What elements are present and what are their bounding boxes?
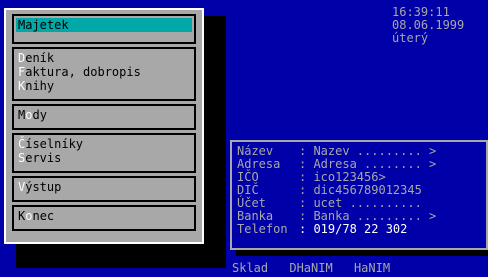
- menu-item-label: ervis: [25, 151, 62, 165]
- info-label: Telefon: [237, 222, 288, 236]
- menu-group-6: Konec: [12, 205, 196, 231]
- menu-item-mody[interactable]: Mody: [18, 108, 190, 122]
- menu-group-1: Majetek: [12, 14, 196, 44]
- menu-item-ciselniky[interactable]: Číselníky: [18, 137, 190, 151]
- menu-item-label: íselníky: [25, 137, 84, 151]
- info-value: : Banka ......... >: [299, 209, 437, 223]
- info-value: : ico123456>: [299, 170, 386, 184]
- menu-item-label: aktura, dobropis: [25, 65, 141, 79]
- menu-item-label: ýstup: [25, 180, 62, 194]
- menu-item-label: nec: [32, 209, 55, 223]
- menu-item-label: dy: [32, 108, 47, 122]
- clock-panel: 16:39:11 08.06.1999 úterý: [392, 6, 488, 45]
- menu-group-3: Mody: [12, 104, 196, 130]
- menu-item-denik[interactable]: Deník: [18, 51, 190, 65]
- info-row-telefon: Telefon : 019/78 22 302: [237, 223, 481, 236]
- info-value: : 019/78 22 302: [299, 222, 408, 236]
- menu-item-label: eník: [25, 51, 55, 65]
- info-value: : dic456789012345: [299, 183, 422, 197]
- menu-item-vystup[interactable]: Výstup: [18, 180, 190, 194]
- menu-item-label: ajetek: [25, 18, 69, 32]
- menu-item-faktura[interactable]: Faktura, dobropis: [18, 65, 190, 79]
- clock-weekday: úterý: [392, 31, 429, 45]
- menu-group-5: Výstup: [12, 176, 196, 202]
- menu-item-servis[interactable]: Servis: [18, 151, 190, 165]
- menu-item-label: nihy: [25, 79, 55, 93]
- main-menu: Majetek Deník Faktura, dobropis Knihy Mo…: [4, 8, 204, 244]
- menu-item-majetek[interactable]: Majetek: [16, 18, 192, 32]
- status-item-dhanim: DHaNIM: [289, 261, 333, 275]
- status-item-hanim: HaNIM: [353, 261, 391, 275]
- info-value: : Nazev ......... >: [299, 144, 437, 158]
- company-info-panel: Název: Nazev ......... > Adresa: Adresa …: [230, 140, 488, 250]
- info-value: : Adresa ........ >: [299, 157, 437, 171]
- menu-item-konec[interactable]: Konec: [18, 209, 190, 223]
- menu-item-knihy[interactable]: Knihy: [18, 79, 190, 93]
- status-item-sklad: Sklad: [232, 261, 269, 275]
- info-value: : ucet ..........: [299, 196, 422, 210]
- status-bar: Sklad DHaNIM HaNIM: [232, 262, 404, 275]
- menu-group-2: Deník Faktura, dobropis Knihy: [12, 47, 196, 101]
- menu-group-4: Číselníky Servis: [12, 133, 196, 173]
